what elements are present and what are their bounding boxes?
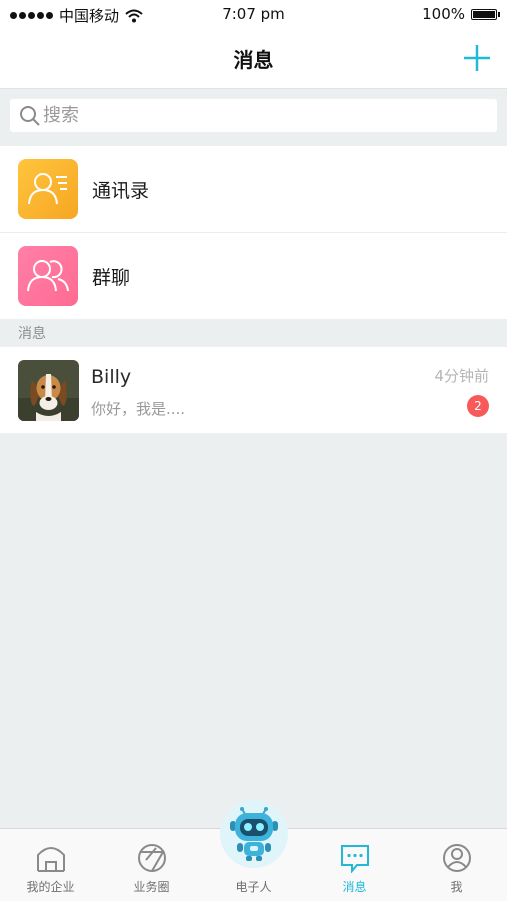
tab-me[interactable]: 我 xyxy=(406,829,507,901)
contacts-icon xyxy=(18,159,78,219)
message-sender: Billy xyxy=(91,366,132,388)
message-time: 4分钟前 xyxy=(434,367,489,385)
message-preview: 你好，我是.... xyxy=(91,400,186,418)
building-icon xyxy=(37,847,65,872)
search-bar xyxy=(0,89,507,145)
status-bar: 中国移动 7:07 pm 100% xyxy=(0,0,507,30)
chat-icon xyxy=(341,845,369,873)
robot-button[interactable] xyxy=(220,800,288,868)
contacts-entry[interactable]: 通讯录 xyxy=(0,146,507,232)
plus-icon xyxy=(464,45,490,71)
unread-badge: 2 xyxy=(467,395,489,417)
circle-triangle-icon xyxy=(138,844,166,872)
group-chat-label: 群聊 xyxy=(92,267,131,289)
tab-label: 电子人 xyxy=(235,880,272,894)
section-label: 消息 xyxy=(18,326,46,342)
add-button[interactable] xyxy=(459,40,495,76)
tab-label: 消息 xyxy=(342,880,367,894)
tab-label: 业务圈 xyxy=(133,880,170,894)
tab-messages[interactable]: 消息 xyxy=(304,829,405,901)
search-input[interactable] xyxy=(43,99,483,132)
battery-percent: 100% xyxy=(422,5,465,23)
tab-label: 我 xyxy=(450,880,463,894)
message-item[interactable]: Billy 你好，我是.... 4分钟前 2 xyxy=(0,347,507,433)
tab-my-enterprise[interactable]: 我的企业 xyxy=(0,829,101,901)
search-box[interactable] xyxy=(10,99,497,132)
search-icon xyxy=(20,106,40,126)
avatar xyxy=(18,360,79,421)
battery-icon xyxy=(471,8,500,20)
battery-fill xyxy=(473,10,495,18)
tab-business-circle[interactable]: 业务圈 xyxy=(101,829,202,901)
user-icon xyxy=(443,844,471,872)
group-chat-entry[interactable]: 群聊 xyxy=(0,232,507,319)
tab-label: 我的企业 xyxy=(26,880,75,894)
robot-icon xyxy=(230,807,278,861)
page-title: 消息 xyxy=(233,48,274,72)
nav-bar: 消息 xyxy=(0,30,507,89)
group-icon xyxy=(18,246,78,306)
contacts-label: 通讯录 xyxy=(92,180,150,202)
status-right: 100% xyxy=(422,5,500,23)
